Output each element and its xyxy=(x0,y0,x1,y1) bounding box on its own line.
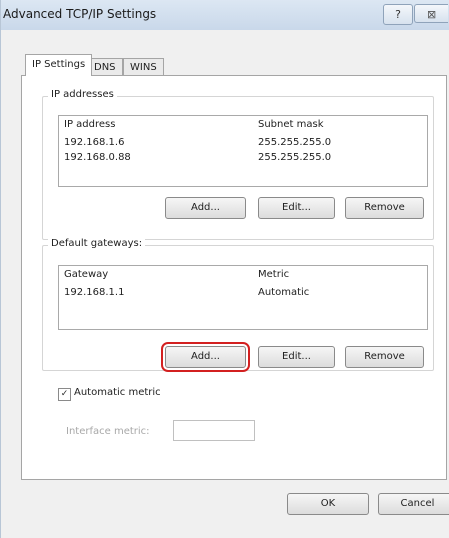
ip-addresses-label: IP addresses xyxy=(48,89,117,100)
subnet-mask-cell[interactable]: 255.255.255.0 xyxy=(258,151,331,165)
subnet-mask-cell[interactable]: 255.255.255.0 xyxy=(258,136,331,150)
help-button[interactable]: ? xyxy=(383,4,413,25)
gateway-list[interactable]: Gateway Metric 192.168.1.1 Automatic xyxy=(58,265,428,330)
metric-cell[interactable]: Automatic xyxy=(258,286,309,300)
automatic-metric-checkbox[interactable]: ✓ xyxy=(58,388,71,401)
title-bar: Advanced TCP/IP Settings ? ⊠ xyxy=(1,0,449,30)
column-header-ip-address[interactable]: IP address xyxy=(64,116,115,134)
ip-address-cell[interactable]: 192.168.1.6 xyxy=(64,136,124,150)
tab-wins[interactable]: WINS xyxy=(123,58,164,75)
ip-settings-panel: IP addresses IP address Subnet mask 192.… xyxy=(21,75,447,480)
interface-metric-input[interactable] xyxy=(173,420,255,441)
window-title: Advanced TCP/IP Settings xyxy=(3,7,157,21)
gateway-edit-button[interactable]: Edit... xyxy=(258,346,335,368)
close-button[interactable]: ⊠ xyxy=(414,4,448,23)
ip-address-cell[interactable]: 192.168.0.88 xyxy=(64,151,131,165)
ip-remove-button[interactable]: Remove xyxy=(345,197,424,219)
gateway-cell[interactable]: 192.168.1.1 xyxy=(64,286,124,300)
ip-edit-button[interactable]: Edit... xyxy=(258,197,335,219)
column-header-gateway[interactable]: Gateway xyxy=(64,266,108,284)
default-gateways-label: Default gateways: xyxy=(48,238,146,249)
ip-address-list[interactable]: IP address Subnet mask 192.168.1.6 255.2… xyxy=(58,115,428,187)
interface-metric-label: Interface metric: xyxy=(66,426,150,437)
tab-ip-settings[interactable]: IP Settings xyxy=(25,54,93,76)
ok-button[interactable]: OK xyxy=(287,493,369,515)
tab-dns[interactable]: DNS xyxy=(87,58,123,75)
column-header-subnet-mask[interactable]: Subnet mask xyxy=(258,116,324,134)
column-header-metric[interactable]: Metric xyxy=(258,266,289,284)
advanced-tcpip-dialog: Advanced TCP/IP Settings ? ⊠ IP Settings… xyxy=(0,0,449,538)
gateway-add-button[interactable]: Add... xyxy=(161,342,250,372)
automatic-metric-label[interactable]: Automatic metric xyxy=(74,387,161,398)
cancel-button[interactable]: Cancel xyxy=(378,493,449,515)
gateway-remove-button[interactable]: Remove xyxy=(345,346,424,368)
ip-add-button[interactable]: Add... xyxy=(165,197,246,219)
